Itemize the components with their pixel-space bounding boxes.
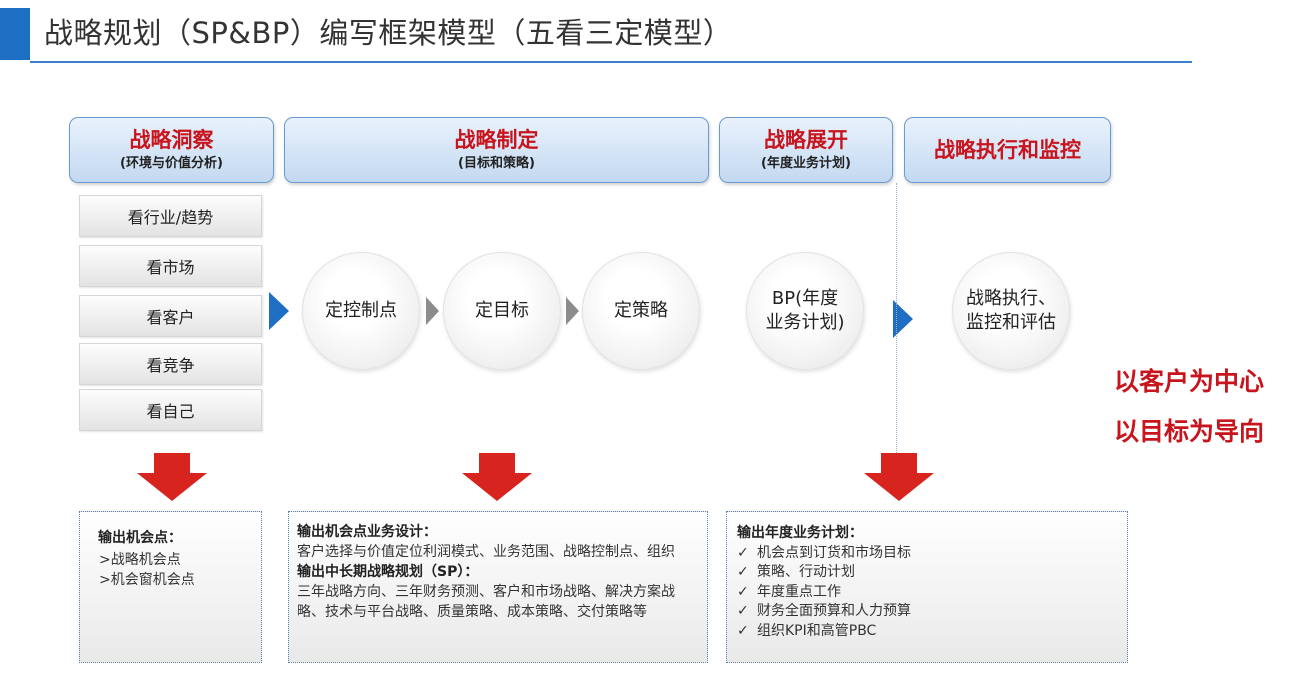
page-title: 战略规划（SP&BP）编写框架模型（五看三定模型） <box>44 16 733 50</box>
down-arrow-icon <box>864 453 934 501</box>
circle-label: 战略执行、 监控和评估 <box>966 288 1056 333</box>
output-text: 客户选择与价值定位利润模式、业务范围、战略控制点、组织 <box>297 544 675 560</box>
flow-chevron-icon <box>426 297 439 325</box>
stage-strategy-formulation: 战略制定 (目标和策略) <box>284 117 709 183</box>
stage-strategy-deployment: 战略展开 (年度业务计划) <box>719 117 893 183</box>
output-item: >机会窗机会点 <box>99 572 195 588</box>
circle-bp: BP(年度 业务计划) <box>746 252 864 370</box>
circle-label: BP(年度 业务计划) <box>765 288 845 333</box>
check-icon: ✓ <box>737 622 749 639</box>
output-item-text: 财务全面预算和人力预算 <box>757 603 911 619</box>
circle-strategy: 定策略 <box>582 252 700 370</box>
output-item: ✓ 财务全面预算和人力预算 <box>737 602 1127 622</box>
title-accent-bar <box>0 8 30 60</box>
stage-subtitle: (目标和策略) <box>458 156 535 171</box>
check-icon: ✓ <box>737 544 749 561</box>
check-icon: ✓ <box>737 603 749 619</box>
output-item-text: 策略、行动计划 <box>757 564 855 580</box>
stage-title: 战略制定 <box>454 128 539 152</box>
output-text: 三年战略方向、三年财务预测、客户和市场战略、解决方案战略、技术与平台战略、质量策… <box>297 584 675 620</box>
output-item-text: 机会点到订货和市场目标 <box>757 544 911 561</box>
output-item-text: 组织KPI和高管PBC <box>757 622 877 639</box>
output-item-text: 年度重点工作 <box>757 583 841 600</box>
slogan-customer-centric: 以客户为中心 <box>1114 367 1265 396</box>
stage-subtitle: (环境与价值分析) <box>120 156 223 171</box>
circle-label: 定策略 <box>614 300 668 321</box>
output-box-strategy: 输出机会点业务设计： 客户选择与价值定位利润模式、业务范围、战略控制点、组织 输… <box>288 511 708 663</box>
look-industry-trend: 看行业/趋势 <box>79 195 262 237</box>
look-competition: 看竞争 <box>79 343 262 385</box>
check-icon: ✓ <box>737 583 749 600</box>
output-heading: 输出机会点业务设计： <box>297 524 437 540</box>
circle-target: 定目标 <box>443 252 561 370</box>
check-icon: ✓ <box>737 564 749 580</box>
stage-title: 战略展开 <box>764 128 848 152</box>
down-arrow-icon <box>137 453 207 501</box>
circle-control-point: 定控制点 <box>302 252 420 370</box>
stage-title: 战略执行和监控 <box>934 138 1081 162</box>
output-item: ✓ 策略、行动计划 <box>737 563 1127 583</box>
output-item: ✓ 组织KPI和高管PBC <box>737 622 1127 642</box>
stage-execution-monitoring: 战略执行和监控 <box>904 117 1111 183</box>
output-box-annual: 输出年度业务计划： ✓ 机会点到订货和市场目标 ✓ 策略、行动计划 ✓ 年度重点工作 … <box>726 511 1128 663</box>
circle-label: 定目标 <box>475 300 529 321</box>
down-arrow-icon <box>462 453 532 501</box>
flow-arrow-icon <box>269 292 289 330</box>
divider-line <box>896 183 897 455</box>
stage-title: 战略洞察 <box>129 128 214 152</box>
stage-strategic-insight: 战略洞察 (环境与价值分析) <box>69 117 274 183</box>
output-item: ✓ 机会点到订货和市场目标 <box>737 544 1127 564</box>
circle-execution: 战略执行、 监控和评估 <box>952 252 1070 370</box>
output-item: >战略机会点 <box>99 552 181 568</box>
circle-label: 定控制点 <box>325 300 397 321</box>
output-item: ✓ 年度重点工作 <box>737 583 1127 603</box>
output-heading: 输出中长期战略规划（SP）： <box>297 564 479 580</box>
output-box-insight: 输出机会点： >战略机会点 >机会窗机会点 <box>79 511 262 663</box>
flow-chevron-icon <box>566 297 579 325</box>
title-underline <box>30 61 1192 63</box>
look-customer: 看客户 <box>79 295 262 337</box>
stage-subtitle: (年度业务计划) <box>761 156 851 171</box>
slogan-target-oriented: 以目标为导向 <box>1114 417 1265 446</box>
output-heading: 输出机会点： <box>98 530 182 546</box>
look-self: 看自己 <box>79 389 262 431</box>
output-heading: 输出年度业务计划： <box>737 525 863 541</box>
look-market: 看市场 <box>79 245 262 287</box>
